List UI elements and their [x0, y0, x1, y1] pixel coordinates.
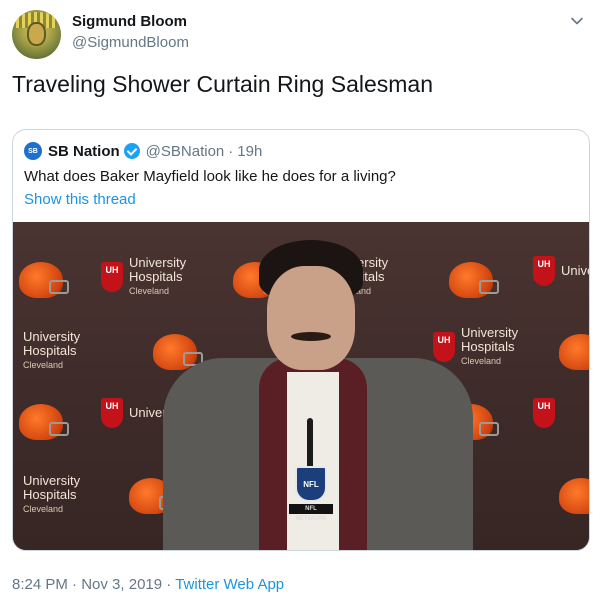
backdrop-sponsor-logo: University Hospitals Cleveland	[17, 330, 80, 372]
quoted-tweet-text: What does Baker Mayfield look like he do…	[24, 168, 396, 185]
chevron-down-icon[interactable]	[570, 14, 584, 28]
sponsor-line-1: University	[23, 329, 81, 344]
backdrop-sponsor-logo: UH	[533, 398, 555, 428]
tweet-header: Sigmund Bloom @SigmundBloom	[12, 8, 588, 60]
mustache	[291, 332, 331, 341]
source-app-link[interactable]: Twitter Web App	[175, 576, 284, 593]
author-handle[interactable]: @SigmundBloom	[72, 34, 189, 51]
shield-icon: UH	[101, 262, 123, 292]
sponsor-text: University Hospitals Cleveland	[23, 330, 80, 372]
show-thread-link[interactable]: Show this thread	[24, 191, 136, 208]
sponsor-line-1: University	[23, 473, 81, 488]
sponsor-line-1: University	[561, 263, 589, 278]
sponsor-text: University Hospitals Cleveland	[23, 474, 80, 516]
backdrop-helmet-logo	[19, 404, 69, 440]
sponsor-line-2: Hospitals	[23, 487, 77, 502]
backdrop-sponsor-logo: UH University	[533, 256, 589, 286]
sponsor-text: University	[561, 264, 589, 278]
sponsor-line-3: Cleveland	[23, 360, 64, 370]
tweet-date[interactable]: Nov 3, 2019	[81, 576, 162, 593]
mic-flag-label: NFL NETWORK	[289, 504, 333, 522]
nfl-logo-icon: NFL	[295, 466, 327, 502]
head	[267, 266, 355, 370]
quoted-author-avatar[interactable]: SB	[24, 142, 42, 160]
sponsor-line-2: Hospitals	[23, 343, 77, 358]
tweet-time[interactable]: 8:24 PM	[12, 576, 68, 593]
speaker-figure: NFL NFL NETWORK	[163, 240, 473, 550]
quoted-tweet-photo[interactable]: UH University Hospitals Cleveland Univer…	[13, 222, 589, 550]
separator-dot: ·	[228, 142, 234, 160]
helmet-icon	[19, 404, 69, 440]
author-name[interactable]: Sigmund Bloom	[72, 13, 187, 30]
shield-icon: UH	[101, 398, 123, 428]
quoted-timestamp[interactable]: 19h	[237, 143, 262, 160]
sponsor-line-3: Cleveland	[23, 504, 64, 514]
backdrop-helmet-logo	[559, 334, 589, 370]
backdrop-helmet-logo	[19, 262, 69, 298]
separator-dot: ·	[72, 576, 78, 593]
quoted-tweet-header: SB SB Nation @SBNation · 19h	[24, 141, 262, 161]
helmet-icon	[559, 478, 589, 514]
author-avatar[interactable]	[12, 10, 61, 59]
quoted-author-name[interactable]: SB Nation	[48, 143, 120, 160]
shield-icon: UH	[533, 398, 555, 428]
tweet-text: Traveling Shower Curtain Ring Salesman	[12, 71, 434, 97]
helmet-icon	[19, 262, 69, 298]
shirt	[287, 372, 339, 550]
quoted-tweet[interactable]: SB SB Nation @SBNation · 19h What does B…	[12, 129, 590, 551]
separator-dot: ·	[166, 576, 172, 593]
verified-badge-icon	[123, 143, 140, 159]
shield-icon: UH	[533, 256, 555, 286]
helmet-icon	[559, 334, 589, 370]
backdrop-sponsor-logo: University Hospitals Cleveland	[17, 474, 80, 516]
tweet-footer: 8:24 PM · Nov 3, 2019 · Twitter Web App	[12, 576, 284, 593]
quoted-author-handle[interactable]: @SBNation	[146, 143, 225, 160]
avatar-face	[27, 22, 46, 46]
backdrop-helmet-logo	[559, 478, 589, 514]
